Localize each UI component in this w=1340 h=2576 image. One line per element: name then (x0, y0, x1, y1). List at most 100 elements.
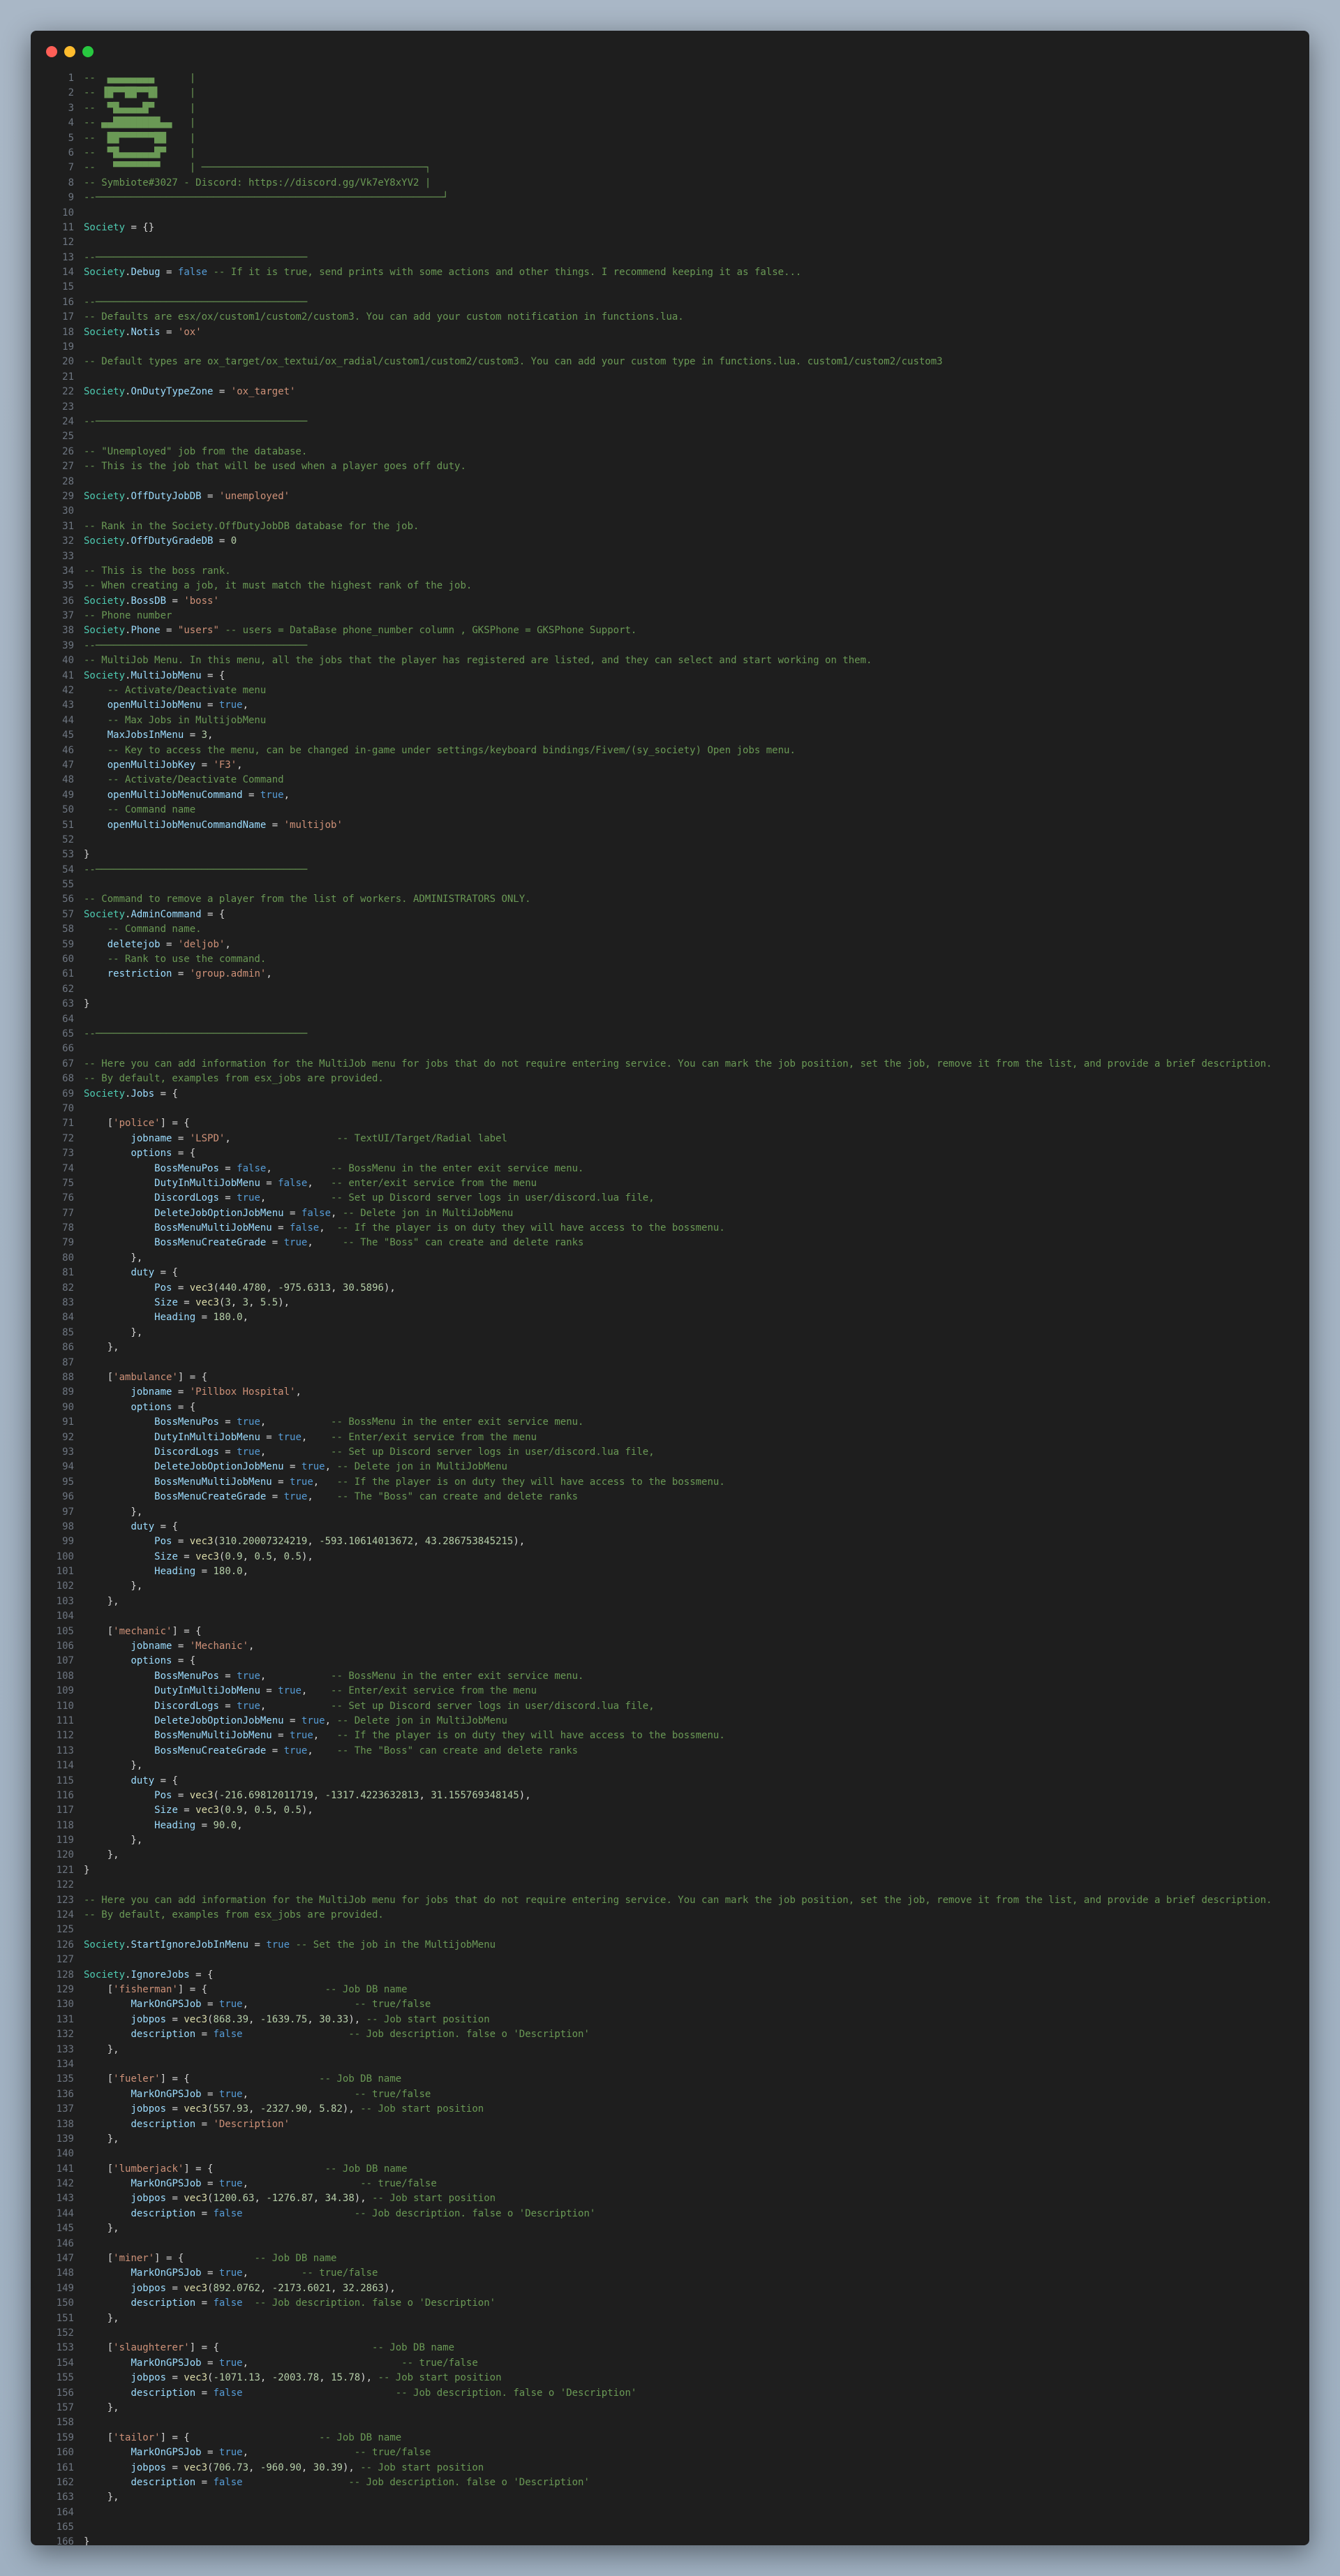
line-text: }, (84, 1326, 142, 1340)
line-text: -- ██▀▀▀▀▀▀██ | (84, 131, 195, 146)
code-token: true (301, 1461, 325, 1473)
line-number: 40 (62, 655, 74, 667)
code-token: , (242, 1805, 255, 1816)
code-token: -- Job start position (372, 2193, 496, 2205)
code-editor[interactable]: 1 -- ▄▄▄▄▄▄▄▄ | 2 -- ▐█▀▀██▀▀█▌ | 3 -- ▀█▄▄▄▄… (31, 71, 1309, 2545)
code-token: , (260, 2372, 272, 2384)
code-token: MarkOnGPSJob (131, 2267, 202, 2279)
code-line: 41 Society.MultiJobMenu = { (31, 669, 1309, 683)
line-text: description = false -- Job description. … (84, 2207, 595, 2221)
code-line: 92 DutyInMultiJobMenu = true, -- Enter/e… (31, 1430, 1309, 1445)
line-text: jobpos = vec3(1200.63, -1276.87, 34.38),… (84, 2191, 496, 2206)
line-text: -- Rank in the Society.OffDutyJobDB data… (84, 519, 419, 534)
line-number: 135 (56, 2073, 74, 2085)
minimize-window-button[interactable] (64, 46, 75, 57)
code-token: 5.82 (319, 2103, 343, 2115)
code-token: -- Job description. false o 'Description… (395, 2387, 637, 2399)
line-text: ['mechanic'] = { (84, 1624, 202, 1639)
line-text: description = false -- Job description. … (84, 2296, 496, 2311)
code-token: -- true/false (401, 2357, 478, 2369)
code-token: [ (84, 1371, 114, 1383)
code-token: , (225, 938, 231, 950)
code-token: , (325, 1461, 337, 1473)
code-token: OffDutyGradeDB (131, 535, 214, 547)
code-token: , (307, 2013, 320, 2025)
line-text: }, (84, 2132, 119, 2147)
code-token: = (218, 1670, 237, 1682)
line-text: options = { (84, 1654, 195, 1668)
code-token: , (307, 1491, 337, 1503)
maximize-window-button[interactable] (82, 46, 94, 57)
code-token: 557.93 (213, 2103, 249, 2115)
line-text: DiscordLogs = true, -- Set up Discord se… (84, 1191, 654, 1206)
code-token: Society (84, 595, 126, 607)
window-titlebar (31, 31, 1309, 73)
code-token: 30.33 (319, 2013, 349, 2025)
code-token: = { (172, 1401, 196, 1413)
code-token: = (271, 1730, 290, 1742)
line-text: }, (84, 1579, 142, 1594)
code-token: , (242, 2088, 355, 2100)
code-token: = (195, 2476, 214, 2488)
line-number: 151 (56, 2312, 74, 2324)
code-line: 165 (31, 2520, 1309, 2535)
line-text: Pos = vec3(440.4780, -975.6313, 30.5896)… (84, 1281, 396, 1296)
code-token: -- TextUI/Target/Radial label (336, 1132, 507, 1144)
line-number: 143 (56, 2193, 74, 2205)
code-token: , (307, 2103, 320, 2115)
line-text: }, (84, 2221, 119, 2236)
code-token: , (307, 1745, 337, 1756)
line-number: 15 (62, 281, 74, 293)
line-number: 75 (62, 1177, 74, 1189)
code-token: -975.6313 (278, 1282, 332, 1294)
line-number: 54 (62, 864, 74, 875)
line-text: jobpos = vec3(892.0762, -2173.6021, 32.2… (84, 2281, 395, 2296)
code-line: 112 BossMenuMultiJobMenu = true, -- If t… (31, 1729, 1309, 1743)
code-token: --──────────────────────────────────── (84, 296, 308, 308)
line-text: }, (84, 2401, 119, 2415)
code-token: jobpos (131, 2282, 167, 2294)
code-line: 27 -- This is the job that will be used w… (31, 459, 1309, 474)
close-window-button[interactable] (46, 46, 57, 57)
code-line: 28 (31, 475, 1309, 489)
code-token: -- BossMenu in the enter exit service me… (331, 1416, 584, 1428)
code-token: = (195, 2207, 214, 2219)
line-number: 76 (62, 1192, 74, 1204)
code-line: 100 Size = vec3(0.9, 0.5, 0.5), (31, 1550, 1309, 1564)
code-line: 45 MaxJobsInMenu = 3, (31, 728, 1309, 743)
line-number: 42 (62, 685, 74, 697)
code-token: ] = { (177, 1984, 325, 1995)
code-token: jobname (131, 1132, 172, 1144)
line-number: 162 (56, 2476, 74, 2488)
code-token: "users" (177, 625, 219, 637)
line-text: openMultiJobMenuCommand = true, (84, 788, 290, 803)
code-token: -- users = DataBase phone_number column … (218, 625, 637, 637)
line-number: 93 (62, 1446, 74, 1458)
code-line: 12 (31, 235, 1309, 250)
line-number: 70 (62, 1102, 74, 1114)
line-text: -- Symbiote#3027 - Discord: https://disc… (84, 176, 431, 191)
code-token: ] = { (160, 2431, 320, 2443)
code-token: jobpos (131, 2193, 167, 2205)
line-number: 38 (62, 625, 74, 637)
code-token: 15.78 (331, 2372, 361, 2384)
line-text: Society.OffDutyGradeDB = 0 (84, 534, 237, 549)
code-token: = (160, 267, 178, 279)
code-token: BossMenuMultiJobMenu (154, 1476, 272, 1488)
line-number: 166 (56, 2536, 74, 2545)
code-token: false (213, 2476, 243, 2488)
line-number: 28 (62, 475, 74, 487)
line-number: 34 (62, 565, 74, 577)
code-token: MaxJobsInMenu (107, 730, 184, 741)
code-token: , (295, 1386, 302, 1398)
code-token: -- Job DB name (319, 2431, 402, 2443)
code-token: vec3 (184, 2462, 208, 2473)
code-line: 131 jobpos = vec3(868.39, -1639.75, 30.3… (31, 2013, 1309, 2027)
code-token: ] = { (154, 2253, 255, 2265)
